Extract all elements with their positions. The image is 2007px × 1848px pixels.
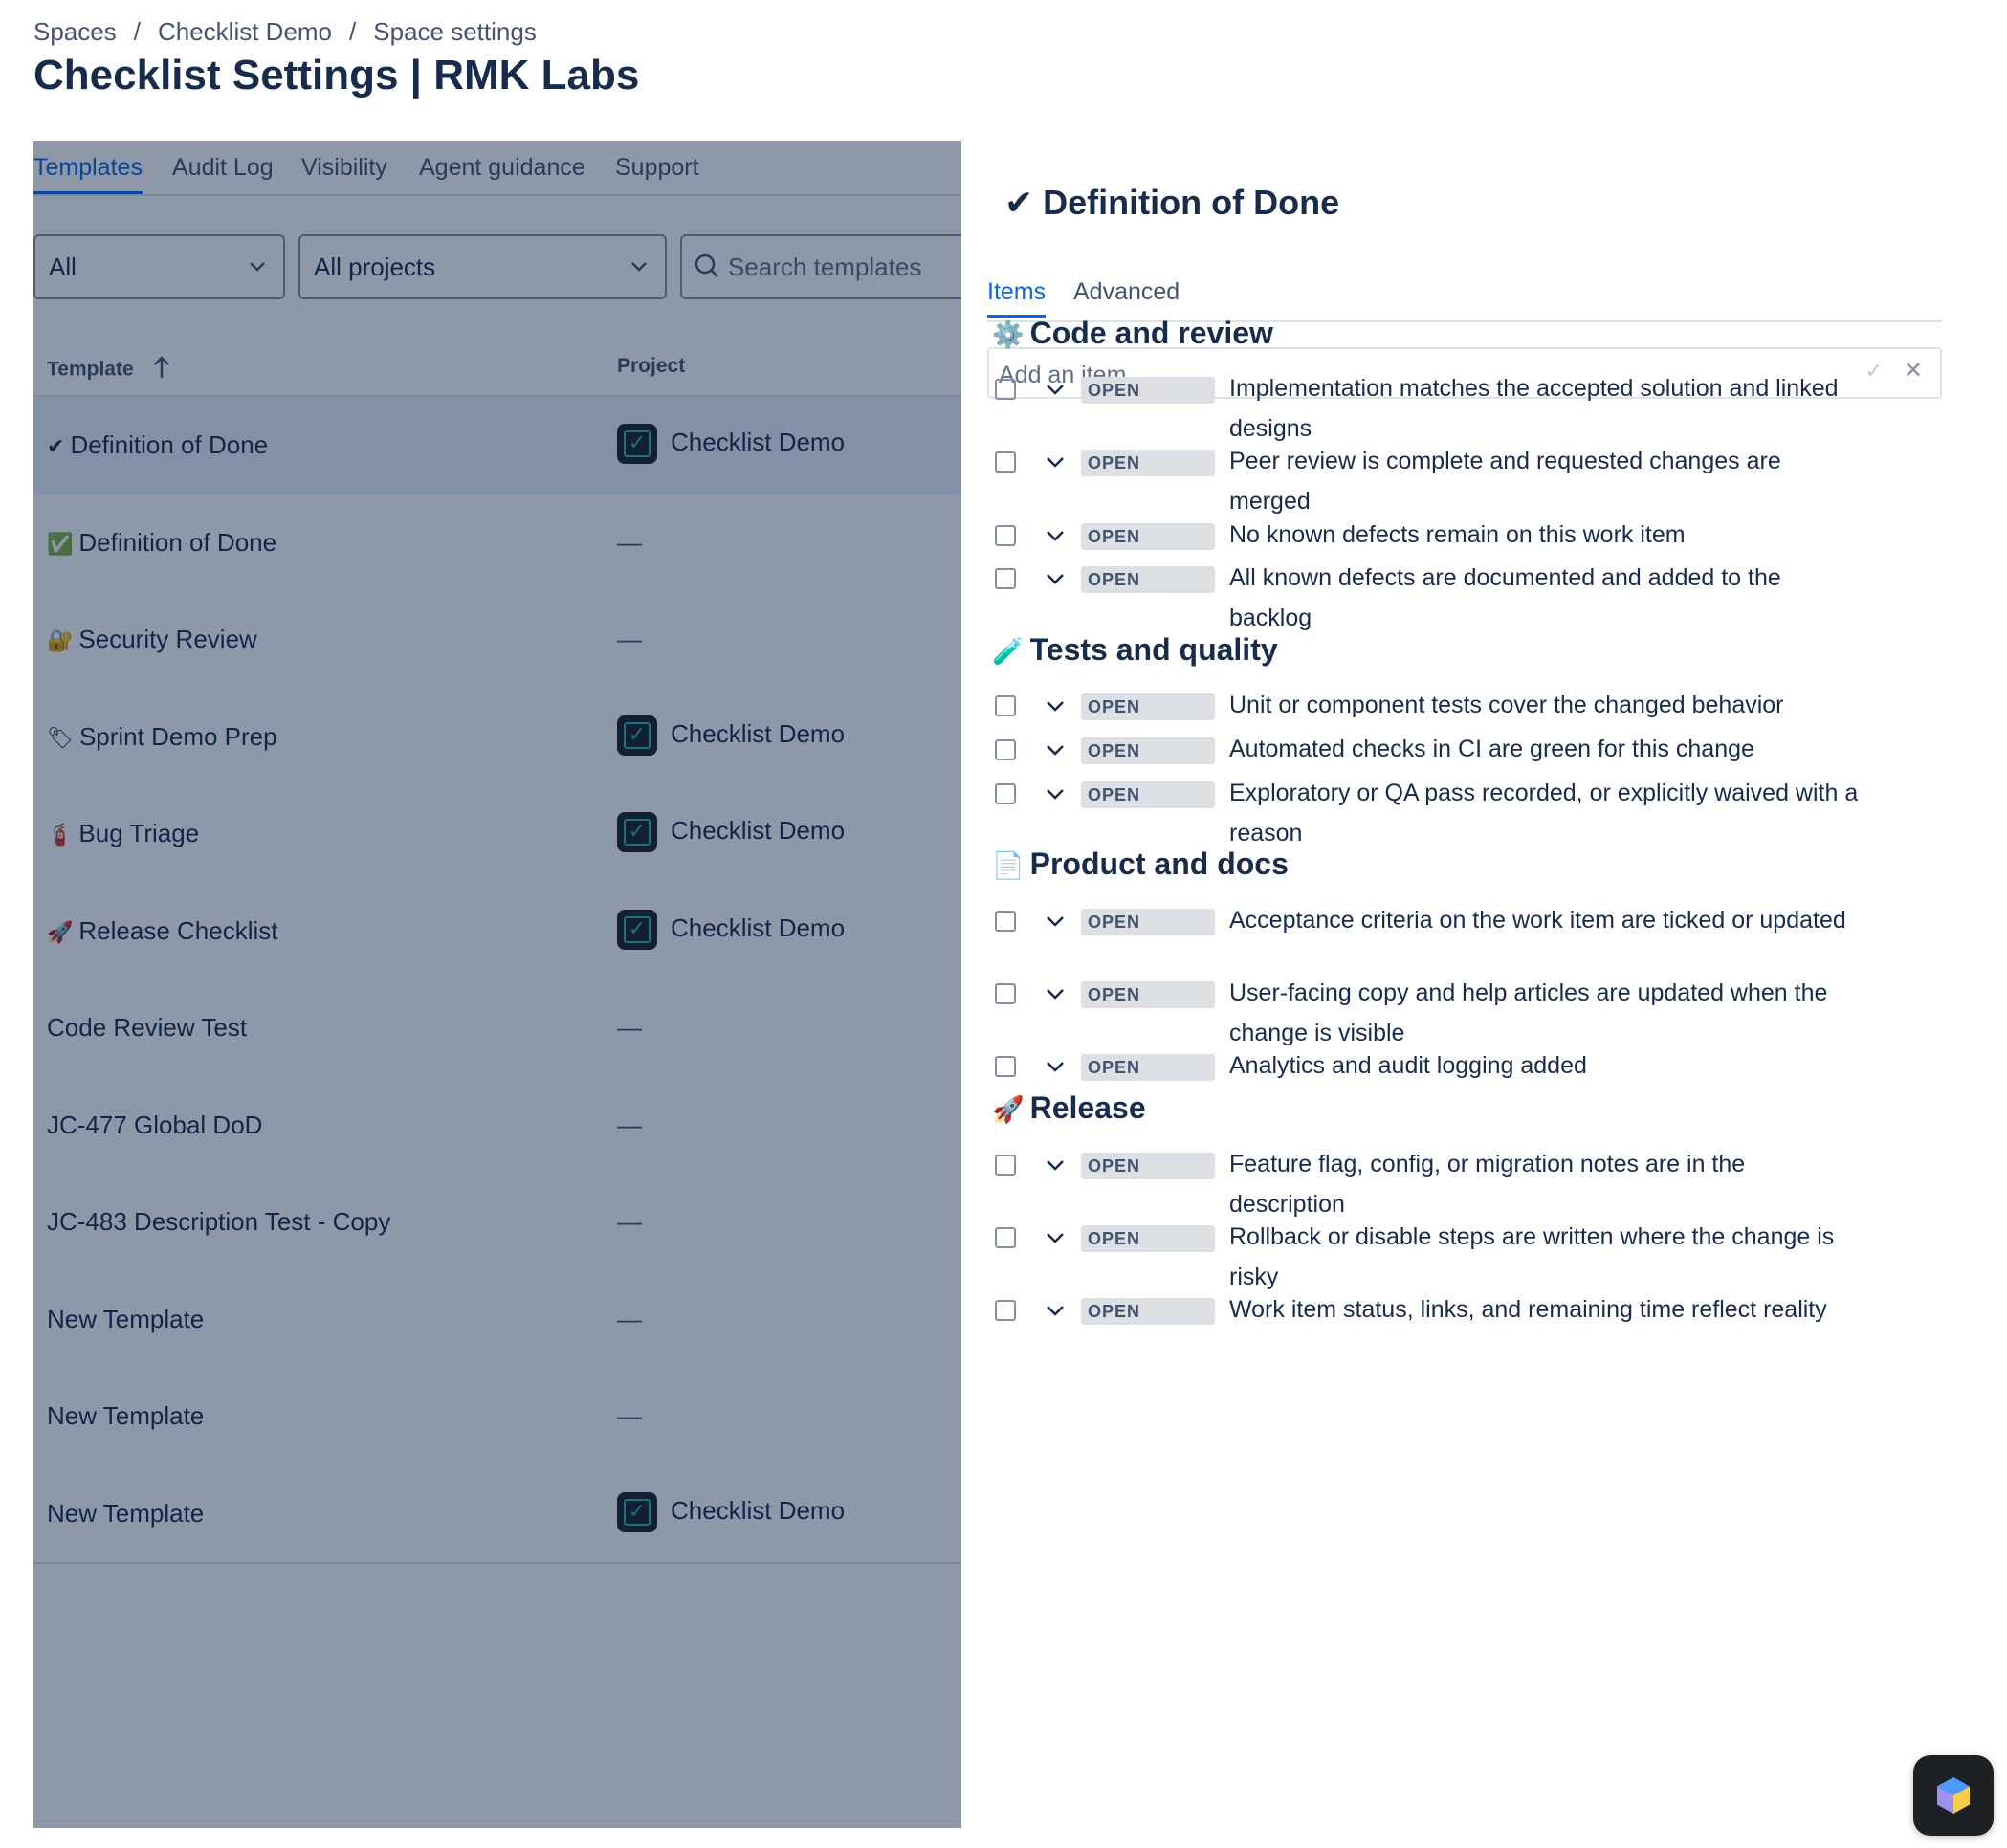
chevron-down-icon[interactable] [1045,734,1066,773]
breadcrumb: Spaces / Checklist Demo / Space settings [33,17,537,47]
chevron-down-icon[interactable] [1045,1294,1066,1333]
status-badge[interactable]: OPEN [1081,737,1215,764]
status-badge[interactable]: OPEN [1081,1153,1215,1179]
chevron-down-icon[interactable] [1045,1050,1066,1089]
close-icon[interactable]: ✕ [1904,357,1923,385]
item-checkbox[interactable] [995,1155,1016,1176]
breadcrumb-checklist-demo[interactable]: Checklist Demo [158,17,332,46]
item-text[interactable]: Analytics and audit logging added [1229,1045,1861,1086]
chevron-down-icon[interactable] [1045,690,1066,729]
item-text[interactable]: User-facing copy and help articles are u… [1229,973,1861,1053]
item-text[interactable]: Automated checks in CI are green for thi… [1229,729,1861,769]
section-title: Tests and quality [1029,632,1278,667]
section-heading: 📄 Product and docs [992,847,1289,882]
app-hexagon-icon [1937,1777,1970,1814]
item-text[interactable]: Acceptance criteria on the work item are… [1229,900,1861,940]
modal-overlay[interactable] [33,141,961,1828]
item-checkbox[interactable] [995,695,1016,716]
breadcrumb-separator: / [349,17,357,46]
chevron-down-icon[interactable] [1045,519,1066,559]
chevron-down-icon[interactable] [1045,446,1066,485]
item-checkbox[interactable] [995,525,1016,546]
chevron-down-icon[interactable] [1045,1221,1066,1261]
item-checkbox[interactable] [995,783,1016,804]
item-text[interactable]: No known defects remain on this work ite… [1229,515,1861,555]
breadcrumb-space-settings[interactable]: Space settings [373,17,537,46]
section-heading: 🧪 Tests and quality [992,632,1278,668]
item-checkbox[interactable] [995,1300,1016,1321]
item-checkbox[interactable] [995,1227,1016,1248]
status-badge[interactable]: OPEN [1081,909,1215,935]
status-badge[interactable]: OPEN [1081,523,1215,550]
item-checkbox[interactable] [995,983,1016,1004]
section-emoji-icon: 🧪 [992,637,1025,666]
item-text[interactable]: Work item status, links, and remaining t… [1229,1289,1861,1330]
breadcrumb-spaces[interactable]: Spaces [33,17,117,46]
item-checkbox[interactable] [995,1056,1016,1077]
status-badge[interactable]: OPEN [1081,377,1215,404]
status-badge[interactable]: OPEN [1081,1225,1215,1252]
tab-advanced[interactable]: Advanced [1073,278,1180,315]
status-badge[interactable]: OPEN [1081,1298,1215,1325]
item-checkbox[interactable] [995,739,1016,760]
item-checkbox[interactable] [995,451,1016,473]
chevron-down-icon[interactable] [1045,562,1066,602]
status-badge[interactable]: OPEN [1081,450,1215,476]
item-checkbox[interactable] [995,568,1016,589]
section-emoji-icon: 📄 [992,851,1025,880]
section-title: Release [1029,1090,1146,1125]
item-text[interactable]: Exploratory or QA pass recorded, or expl… [1229,773,1861,853]
template-drawer: ✔ Definition of Done Items Advanced ✓ ✕ … [961,141,2007,1848]
item-text[interactable]: All known defects are documented and add… [1229,558,1861,638]
status-badge[interactable]: OPEN [1081,693,1215,720]
status-badge[interactable]: OPEN [1081,566,1215,593]
breadcrumb-separator: / [133,17,141,46]
item-text[interactable]: Peer review is complete and requested ch… [1229,441,1861,521]
section-heading: 🚀 Release [992,1090,1146,1126]
tab-items[interactable]: Items [987,278,1047,318]
item-text[interactable]: Rollback or disable steps are written wh… [1229,1217,1861,1297]
section-heading: ⚙️ Code and review [992,316,1273,351]
item-text[interactable]: Unit or component tests cover the change… [1229,685,1861,725]
section-emoji-icon: ⚙️ [992,320,1025,349]
chevron-down-icon[interactable] [1045,778,1066,817]
item-text[interactable]: Implementation matches the accepted solu… [1229,368,1861,449]
confirm-check-icon[interactable]: ✓ [1865,359,1883,384]
item-checkbox[interactable] [995,911,1016,932]
app-launcher-button[interactable] [1913,1755,1994,1836]
chevron-down-icon[interactable] [1045,978,1066,1017]
chevron-down-icon[interactable] [1045,905,1066,944]
item-text[interactable]: Feature flag, config, or migration notes… [1229,1144,1861,1224]
page-title: Checklist Settings | RMK Labs [33,52,640,99]
section-emoji-icon: 🚀 [992,1095,1025,1124]
drawer-title: ✔ Definition of Done [1004,183,1340,222]
status-badge[interactable]: OPEN [1081,981,1215,1008]
chevron-down-icon[interactable] [1045,1149,1066,1188]
section-title: Product and docs [1029,847,1289,881]
item-checkbox[interactable] [995,379,1016,400]
chevron-down-icon[interactable] [1045,373,1066,412]
status-badge[interactable]: OPEN [1081,1054,1215,1081]
status-badge[interactable]: OPEN [1081,781,1215,808]
section-title: Code and review [1029,316,1273,350]
